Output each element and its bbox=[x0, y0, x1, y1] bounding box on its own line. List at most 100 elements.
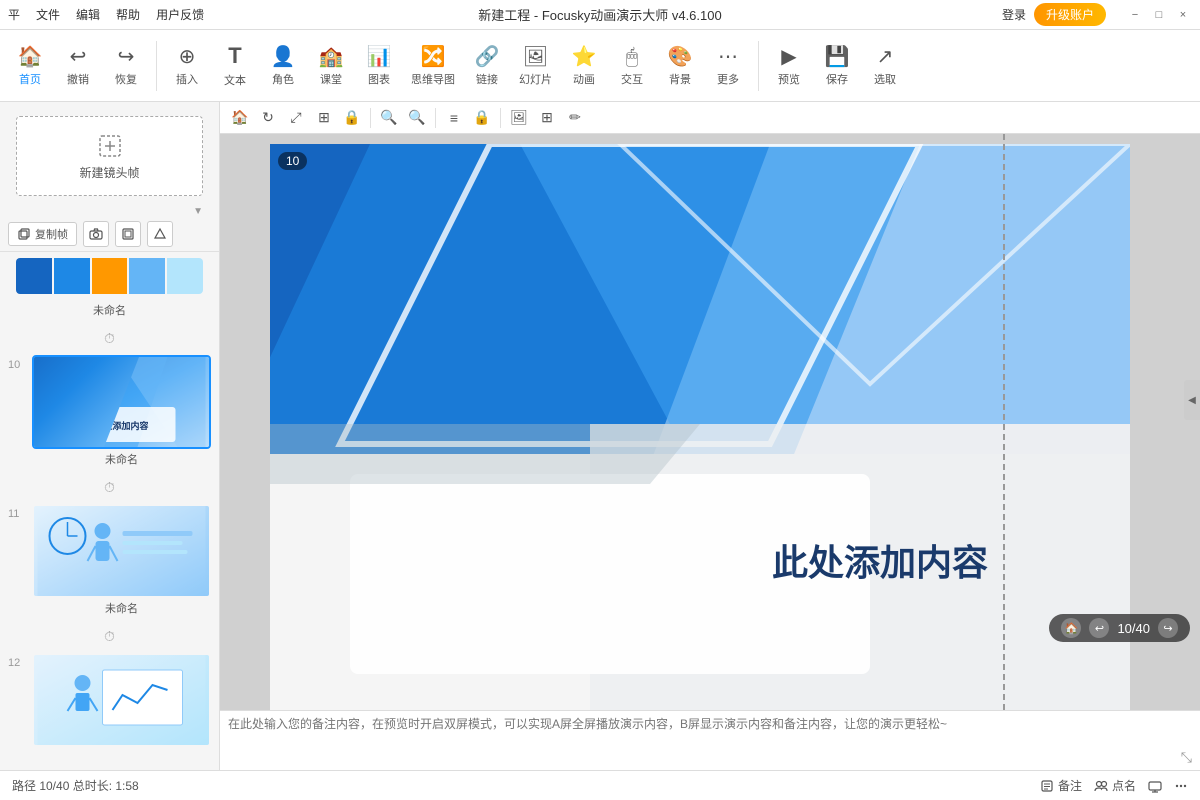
slide-thumb-10[interactable]: 此处添加内容 bbox=[32, 355, 211, 449]
background-icon: 🎨 bbox=[668, 45, 693, 69]
ct-lock-btn[interactable]: 🔒 bbox=[340, 106, 364, 130]
toolbar-undo[interactable]: ↩ 撤销 bbox=[56, 36, 100, 96]
copy-frame-button[interactable]: 复制帧 bbox=[8, 222, 77, 246]
toolbar-home[interactable]: 🏠 首页 bbox=[8, 36, 52, 96]
screen-button[interactable] bbox=[1148, 779, 1162, 793]
toolbar-sep-1 bbox=[156, 41, 157, 91]
minimize-button[interactable]: − bbox=[1126, 6, 1144, 24]
animation-icon: ⭐ bbox=[572, 45, 597, 69]
toolbar-background-label: 背景 bbox=[669, 71, 691, 87]
toolbar-text[interactable]: T 文本 bbox=[213, 36, 257, 96]
slideshow-icon: 🖼 bbox=[523, 45, 548, 69]
canvas-dashed-line bbox=[1003, 134, 1005, 710]
canvas-content[interactable]: 10 此处添加内容 🏠 ↩ 10/40 ↪ bbox=[220, 134, 1200, 710]
slide-thumb-12[interactable] bbox=[32, 653, 211, 747]
slide-counter: 🏠 ↩ 10/40 ↪ bbox=[1049, 614, 1190, 642]
canvas-toolbar: 🏠 ↻ ⤢ ⊞ 🔒 🔍 🔍 ≡ 🔒 🖼 ⊞ ✏ bbox=[220, 102, 1200, 134]
toolbar-insert-label: 插入 bbox=[176, 71, 198, 87]
select-icon: ↗ bbox=[877, 45, 894, 69]
role-icon: 👤 bbox=[271, 45, 296, 69]
slide-thumb-wrapper-11: 未命名 bbox=[32, 504, 211, 620]
checkin-button[interactable]: 点名 bbox=[1094, 777, 1136, 794]
toolbar-background[interactable]: 🎨 背景 bbox=[658, 36, 702, 96]
menu-item-file[interactable]: 文件 bbox=[36, 6, 60, 23]
menu-item-edit[interactable]: 编辑 bbox=[76, 6, 100, 23]
toolbar-more[interactable]: ⋯ 更多 bbox=[706, 36, 750, 96]
login-button[interactable]: 登录 bbox=[1002, 6, 1026, 23]
ct-layer-btn[interactable]: ⊞ bbox=[312, 106, 336, 130]
toolbar-link-label: 链接 bbox=[476, 71, 498, 87]
ct-align-btn[interactable]: ≡ bbox=[442, 106, 466, 130]
toolbar-insert[interactable]: ⊕ 插入 bbox=[165, 36, 209, 96]
slide-canvas[interactable]: 10 此处添加内容 bbox=[270, 144, 1130, 710]
canvas-main-text[interactable]: 此处添加内容 bbox=[650, 534, 1110, 586]
toolbar-chart[interactable]: 📊 图表 bbox=[357, 36, 401, 96]
counter-next-icon[interactable]: ↪ bbox=[1158, 618, 1178, 638]
counter-back-icon[interactable]: ↩ bbox=[1089, 618, 1109, 638]
toolbar-save[interactable]: 💾 保存 bbox=[815, 36, 859, 96]
ct-photo-btn[interactable]: 🖼 bbox=[507, 106, 531, 130]
toolbar-slideshow[interactable]: 🖼 幻灯片 bbox=[513, 36, 558, 96]
camera-button[interactable] bbox=[83, 221, 109, 247]
theme-color-strip[interactable] bbox=[16, 258, 203, 294]
scroll-down-button[interactable]: ▼ bbox=[193, 206, 203, 217]
toolbar-redo[interactable]: ↪ 恢复 bbox=[104, 36, 148, 96]
notes-input[interactable] bbox=[228, 715, 1192, 766]
ct-lock2-btn[interactable]: 🔒 bbox=[470, 106, 494, 130]
toolbar-mindmap[interactable]: 🔀 思维导图 bbox=[405, 36, 461, 96]
toolbar-role[interactable]: 👤 角色 bbox=[261, 36, 305, 96]
ct-zoomout-btn[interactable]: 🔍 bbox=[405, 106, 429, 130]
slide-thumb-11[interactable] bbox=[32, 504, 211, 598]
ct-zoomin-btn[interactable]: 🔍 bbox=[377, 106, 401, 130]
notes-icon bbox=[1040, 779, 1054, 793]
maximize-button[interactable]: □ bbox=[1150, 6, 1168, 24]
new-frame-button[interactable]: 新建镜头帧 bbox=[16, 116, 203, 196]
slide-item-11: 11 bbox=[0, 500, 219, 624]
link-icon: 🔗 bbox=[475, 45, 500, 69]
theme-color-5 bbox=[167, 258, 203, 294]
ct-draw-btn[interactable]: ✏ bbox=[563, 106, 587, 130]
upgrade-button[interactable]: 升级账户 bbox=[1034, 3, 1106, 26]
status-path: 路径 10/40 总时长: 1:58 bbox=[12, 777, 139, 794]
toolbar-link[interactable]: 🔗 链接 bbox=[465, 36, 509, 96]
ct-home-btn[interactable]: 🏠 bbox=[228, 106, 252, 130]
ct-flip-btn[interactable]: ⤢ bbox=[284, 106, 308, 130]
collapse-sidebar-button[interactable]: ◀ bbox=[1184, 380, 1200, 420]
ct-sep-2 bbox=[435, 108, 436, 128]
menu-item-feedback[interactable]: 用户反馈 bbox=[156, 6, 204, 23]
toolbar-preview-label: 预览 bbox=[778, 71, 800, 87]
toolbar-redo-label: 恢复 bbox=[115, 71, 137, 87]
menu-item-flat[interactable]: 平 bbox=[8, 6, 20, 23]
menu-item-help[interactable]: 帮助 bbox=[116, 6, 140, 23]
toolbar-animation[interactable]: ⭐ 动画 bbox=[562, 36, 606, 96]
slide-10-label: 未命名 bbox=[32, 449, 211, 471]
shape-button[interactable] bbox=[147, 221, 173, 247]
slide-thumb-wrapper-10: 此处添加内容 未命名 bbox=[32, 355, 211, 471]
toolbar-interact[interactable]: 🖱 交互 bbox=[610, 36, 654, 96]
toolbar-class[interactable]: 🏫 课堂 bbox=[309, 36, 353, 96]
counter-home-icon[interactable]: 🏠 bbox=[1061, 618, 1081, 638]
menu-bar: 平 文件 编辑 帮助 用户反馈 bbox=[8, 6, 204, 23]
more-status-icon bbox=[1174, 779, 1188, 793]
canvas-area: 🏠 ↻ ⤢ ⊞ 🔒 🔍 🔍 ≡ 🔒 🖼 ⊞ ✏ bbox=[220, 102, 1200, 770]
ct-sep-3 bbox=[500, 108, 501, 128]
toolbar-preview[interactable]: ▶ 预览 bbox=[767, 36, 811, 96]
toolbar-chart-label: 图表 bbox=[368, 71, 390, 87]
toolbar-select[interactable]: ↗ 选取 bbox=[863, 36, 907, 96]
window-controls: − □ × bbox=[1126, 6, 1192, 24]
titlebar-right: 登录 升级账户 − □ × bbox=[1002, 3, 1192, 26]
crop-button[interactable] bbox=[115, 221, 141, 247]
notes-expand-button[interactable]: ⤡ bbox=[1181, 749, 1192, 766]
ct-rotate-btn[interactable]: ↻ bbox=[256, 106, 280, 130]
slide-11-preview bbox=[34, 506, 209, 596]
more-status-button[interactable] bbox=[1174, 779, 1188, 793]
toolbar-sep-2 bbox=[758, 41, 759, 91]
toolbar-animation-label: 动画 bbox=[573, 71, 595, 87]
ct-grid-btn[interactable]: ⊞ bbox=[535, 106, 559, 130]
theme-unnamed-label: 未命名 bbox=[8, 300, 211, 322]
copy-frame-label: 复制帧 bbox=[35, 226, 68, 242]
notes-button[interactable]: 备注 bbox=[1040, 777, 1082, 794]
collapse-icon: ◀ bbox=[1188, 395, 1196, 406]
close-button[interactable]: × bbox=[1174, 6, 1192, 24]
shape-icon bbox=[153, 227, 167, 241]
